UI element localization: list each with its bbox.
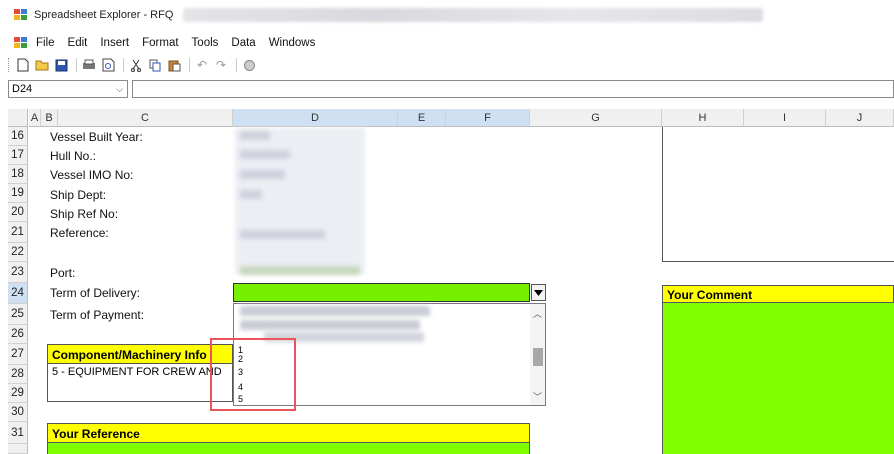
redacted-value <box>240 131 270 140</box>
label-term-of-delivery: Term of Delivery: <box>50 286 141 300</box>
menu-tools[interactable]: Tools <box>192 37 219 49</box>
select-all-corner[interactable] <box>8 109 28 127</box>
label-ship-ref-no: Ship Ref No: <box>50 207 119 221</box>
column-header-i[interactable]: I <box>744 109 826 127</box>
cut-icon[interactable] <box>128 57 144 73</box>
print-icon[interactable] <box>81 57 97 73</box>
label-vessel-built-year: Vessel Built Year: <box>50 130 143 144</box>
column-header-h[interactable]: H <box>662 109 744 127</box>
chevron-down-icon[interactable]: ﹀ <box>533 390 542 403</box>
row-header-30[interactable]: 30 <box>8 403 28 422</box>
paste-icon[interactable] <box>166 57 182 73</box>
redacted-option[interactable] <box>240 306 430 316</box>
row-header-27[interactable]: 27 <box>8 344 28 365</box>
redacted-value <box>240 230 325 239</box>
menu-insert[interactable]: Insert <box>100 37 129 49</box>
row-header-17[interactable]: 17 <box>8 146 28 165</box>
label-term-of-payment: Term of Payment: <box>50 308 145 322</box>
column-header-e[interactable]: E <box>398 109 446 127</box>
row-header-22[interactable]: 22 <box>8 243 28 262</box>
toolbar-separator <box>236 58 237 72</box>
window-title: Spreadsheet Explorer - RFQ <box>34 9 174 21</box>
toolbar: ↶ ↷ <box>0 55 894 75</box>
comment-top-area <box>662 127 894 262</box>
app-icon <box>14 9 28 21</box>
redacted-value <box>240 190 262 199</box>
row-header-31[interactable]: 31 <box>8 422 28 444</box>
label-vessel-imo-no: Vessel IMO No: <box>50 168 134 182</box>
component-header: Component/Machinery Info <box>47 344 233 364</box>
your-reference-label: Your Reference <box>52 427 140 441</box>
your-comment-header: Your Comment <box>662 285 894 303</box>
row-header-25[interactable]: 25 <box>8 304 28 325</box>
column-header-a[interactable]: A <box>29 109 41 127</box>
row-header-21[interactable]: 21 <box>8 222 28 243</box>
row-header-18[interactable]: 18 <box>8 165 28 184</box>
redacted-value <box>240 150 290 159</box>
highlight-box <box>210 338 296 411</box>
row-header-29[interactable]: 29 <box>8 384 28 403</box>
chevron-up-icon[interactable]: ︿ <box>533 307 542 320</box>
row-header-28[interactable]: 28 <box>8 365 28 384</box>
menu-bar: File Edit Insert Format Tools Data Windo… <box>0 33 894 53</box>
menu-data[interactable]: Data <box>231 37 255 49</box>
title-bar: Spreadsheet Explorer - RFQ <box>0 0 894 30</box>
toolbar-separator <box>76 58 77 72</box>
column-header-f[interactable]: F <box>446 109 530 127</box>
formula-bar[interactable] <box>132 80 894 98</box>
scrollbar-thumb[interactable] <box>533 348 543 366</box>
name-box-value: D24 <box>12 83 33 95</box>
row-header-16[interactable]: 16 <box>8 127 28 146</box>
menu-format[interactable]: Format <box>142 37 178 49</box>
component-value: 5 - EQUIPMENT FOR CREW AND <box>52 366 222 378</box>
your-comment-label: Your Comment <box>667 288 753 302</box>
save-icon[interactable] <box>53 57 69 73</box>
copy-icon[interactable] <box>147 57 163 73</box>
open-icon[interactable] <box>34 57 50 73</box>
new-icon[interactable] <box>15 57 31 73</box>
redacted-value <box>240 266 360 275</box>
column-header-j[interactable]: J <box>826 109 894 127</box>
document-icon <box>14 37 28 49</box>
redo-icon[interactable]: ↷ <box>213 57 229 73</box>
column-header-d[interactable]: D <box>233 109 398 127</box>
component-label: Component/Machinery Info <box>52 348 207 362</box>
label-hull-no: Hull No.: <box>50 149 97 163</box>
chevron-down-icon[interactable]: ⌵ <box>116 81 123 97</box>
spell-icon[interactable] <box>241 57 257 73</box>
redacted-option[interactable] <box>240 320 420 330</box>
dropdown-scrollbar[interactable]: ︿ ﹀ <box>530 304 545 405</box>
column-header-b[interactable]: B <box>41 109 58 127</box>
menu-file[interactable]: File <box>36 37 55 49</box>
row-header-26[interactable]: 26 <box>8 325 28 344</box>
your-comment-field[interactable] <box>662 303 894 454</box>
label-port: Port: <box>50 266 76 280</box>
redacted-value <box>240 170 285 179</box>
menu-edit[interactable]: Edit <box>68 37 88 49</box>
row-header-20[interactable]: 20 <box>8 203 28 222</box>
term-of-delivery-cell[interactable] <box>233 283 530 302</box>
component-field[interactable]: 5 - EQUIPMENT FOR CREW AND <box>47 364 233 402</box>
column-header-c[interactable]: C <box>58 109 233 127</box>
label-reference: Reference: <box>50 226 109 240</box>
toolbar-grip[interactable] <box>8 58 11 72</box>
menu-windows[interactable]: Windows <box>269 37 316 49</box>
toolbar-separator <box>189 58 190 72</box>
row-header-32[interactable] <box>8 444 28 454</box>
toolbar-separator <box>123 58 124 72</box>
name-box[interactable]: D24 ⌵ <box>8 80 128 98</box>
title-redacted <box>183 8 764 22</box>
print-preview-icon[interactable] <box>100 57 116 73</box>
row-header-24[interactable]: 24 <box>8 283 28 304</box>
row-header-19[interactable]: 19 <box>8 184 28 203</box>
label-ship-dept: Ship Dept: <box>50 188 107 202</box>
dropdown-arrow-button[interactable] <box>531 284 546 301</box>
column-header-g[interactable]: G <box>530 109 662 127</box>
undo-icon[interactable]: ↶ <box>194 57 210 73</box>
row-header-23[interactable]: 23 <box>8 262 28 283</box>
your-reference-header: Your Reference <box>47 423 530 443</box>
your-reference-field[interactable] <box>47 443 530 454</box>
